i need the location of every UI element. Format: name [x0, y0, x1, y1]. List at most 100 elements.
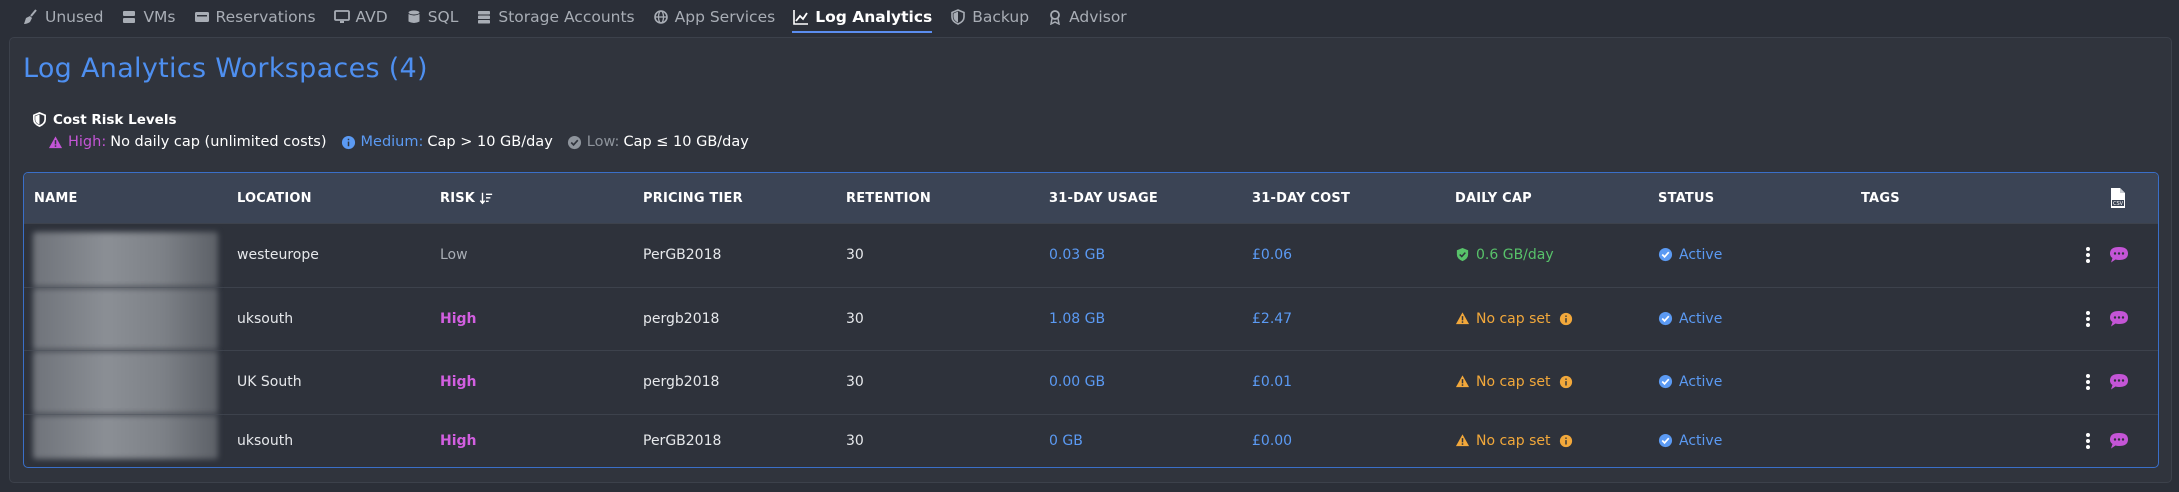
cell-daily-cap: No cap set — [1455, 288, 1573, 351]
legend-medium-label: Medium: — [360, 134, 424, 150]
top-tab-bar: Unused VMs Reservations AVD SQL Storage … — [0, 0, 2179, 33]
tab-storage-accounts[interactable]: Storage Accounts — [475, 0, 635, 33]
reservation-icon — [193, 8, 211, 26]
cell-risk: High — [440, 374, 477, 391]
legend-heading: Cost Risk Levels — [32, 112, 763, 128]
col-name[interactable]: NAME — [34, 173, 78, 223]
legend-heading-text: Cost Risk Levels — [53, 112, 177, 128]
tab-unused[interactable]: Unused — [22, 0, 103, 33]
cell-risk: High — [440, 310, 477, 327]
cell-cost: £0.00 — [1252, 432, 1293, 449]
tab-reservations[interactable]: Reservations — [193, 0, 316, 33]
check-circle-icon — [1658, 311, 1674, 327]
cell-location: uksouth — [237, 310, 294, 327]
sort-desc-icon — [479, 191, 493, 205]
col-risk[interactable]: RISK — [440, 173, 493, 223]
cell-status: Active — [1658, 288, 1722, 351]
cell-retention: 30 — [846, 310, 864, 327]
shield-icon — [32, 112, 48, 128]
cell-risk: High — [440, 432, 477, 449]
tab-backup[interactable]: Backup — [949, 0, 1029, 33]
tab-avd[interactable]: AVD — [333, 0, 388, 33]
tab-sql[interactable]: SQL — [405, 0, 459, 33]
cell-usage: 0.00 GB — [1049, 374, 1106, 391]
warning-icon — [1455, 433, 1471, 449]
col-usage[interactable]: 31-DAY USAGE — [1049, 173, 1158, 223]
csv-export-icon[interactable]: CSV — [2109, 187, 2127, 213]
legend-low: Low: Cap ≤ 10 GB/day — [567, 134, 749, 150]
cell-cost: £0.06 — [1252, 247, 1293, 264]
page-title: Log Analytics Workspaces (4) — [23, 53, 428, 84]
desktop-icon — [333, 8, 351, 26]
table-row[interactable]: uksouth High PerGB2018 30 0 GB £0.00 No … — [24, 413, 2158, 467]
cell-daily-cap: No cap set — [1455, 351, 1573, 414]
cell-retention: 30 — [846, 374, 864, 391]
legend-low-desc: Cap ≤ 10 GB/day — [623, 134, 749, 150]
tab-log-analytics[interactable]: Log Analytics — [792, 0, 933, 33]
cell-status: Active — [1658, 351, 1722, 414]
table-row[interactable]: UK South High pergb2018 30 0.00 GB £0.01… — [24, 350, 2158, 414]
col-daily-cap[interactable]: DAILY CAP — [1455, 173, 1532, 223]
tab-label: Advisor — [1069, 7, 1127, 26]
status-text: Active — [1679, 247, 1723, 264]
row-menu-icon[interactable] — [2085, 415, 2091, 467]
row-menu-icon[interactable] — [2085, 351, 2091, 414]
table-row[interactable]: uksouth High pergb2018 30 1.08 GB £2.47 … — [24, 286, 2158, 351]
cell-location: westeurope — [237, 247, 319, 264]
daily-cap-value: No cap set — [1476, 310, 1551, 327]
daily-cap-value: 0.6 GB/day — [1476, 247, 1554, 264]
cell-location: UK South — [237, 374, 302, 391]
storage-icon — [475, 8, 493, 26]
check-circle-icon — [1658, 247, 1674, 263]
info-icon[interactable] — [1559, 434, 1573, 448]
comment-icon[interactable] — [2109, 288, 2129, 351]
cell-retention: 30 — [846, 247, 864, 264]
status-text: Active — [1679, 310, 1723, 327]
legend-medium: Medium: Cap > 10 GB/day — [341, 134, 553, 150]
legend-medium-desc: Cap > 10 GB/day — [427, 134, 553, 150]
cell-daily-cap: No cap set — [1455, 415, 1573, 467]
cell-status: Active — [1658, 415, 1722, 467]
cell-risk: Low — [440, 247, 468, 264]
tab-label: Backup — [972, 7, 1030, 26]
info-icon[interactable] — [1559, 312, 1573, 326]
check-circle-icon — [1658, 374, 1674, 390]
comment-icon[interactable] — [2109, 351, 2129, 414]
tab-label: SQL — [427, 7, 459, 26]
broom-icon — [22, 8, 40, 26]
tab-vms[interactable]: VMs — [120, 0, 176, 33]
warning-icon — [1455, 374, 1471, 390]
cell-pricing-tier: PerGB2018 — [643, 247, 722, 264]
server-icon — [120, 8, 138, 26]
info-icon[interactable] — [1559, 375, 1573, 389]
cell-status: Active — [1658, 224, 1722, 287]
col-location[interactable]: LOCATION — [237, 173, 312, 223]
col-status[interactable]: STATUS — [1658, 173, 1714, 223]
cell-daily-cap: 0.6 GB/day — [1455, 224, 1554, 287]
workspace-name-redacted — [33, 414, 218, 459]
daily-cap-value: No cap set — [1476, 432, 1551, 449]
col-pricing-tier[interactable]: PRICING TIER — [643, 173, 743, 223]
log-analytics-panel: Log Analytics Workspaces (4) Cost Risk L… — [9, 37, 2172, 483]
legend-levels: High: No daily cap (unlimited costs) Med… — [32, 134, 763, 150]
tab-advisor[interactable]: Advisor — [1046, 0, 1127, 33]
table-row[interactable]: westeurope Low PerGB2018 30 0.03 GB £0.0… — [24, 223, 2158, 287]
row-menu-icon[interactable] — [2085, 288, 2091, 351]
col-tags[interactable]: TAGS — [1861, 173, 1900, 223]
col-cost[interactable]: 31-DAY COST — [1252, 173, 1350, 223]
col-retention[interactable]: RETENTION — [846, 173, 931, 223]
tab-app-services[interactable]: App Services — [652, 0, 775, 33]
shield-icon — [949, 8, 967, 26]
status-text: Active — [1679, 432, 1723, 449]
legend-high-desc: No daily cap (unlimited costs) — [110, 134, 327, 150]
warning-icon — [1455, 311, 1471, 327]
tab-label: AVD — [355, 7, 388, 26]
check-circle-icon — [1658, 433, 1674, 449]
workspace-name-redacted — [33, 351, 218, 414]
row-menu-icon[interactable] — [2085, 224, 2091, 287]
cell-usage: 0.03 GB — [1049, 247, 1106, 264]
tab-label: Unused — [45, 7, 104, 26]
comment-icon[interactable] — [2109, 415, 2129, 467]
comment-icon[interactable] — [2109, 224, 2129, 287]
cell-pricing-tier: pergb2018 — [643, 310, 720, 327]
